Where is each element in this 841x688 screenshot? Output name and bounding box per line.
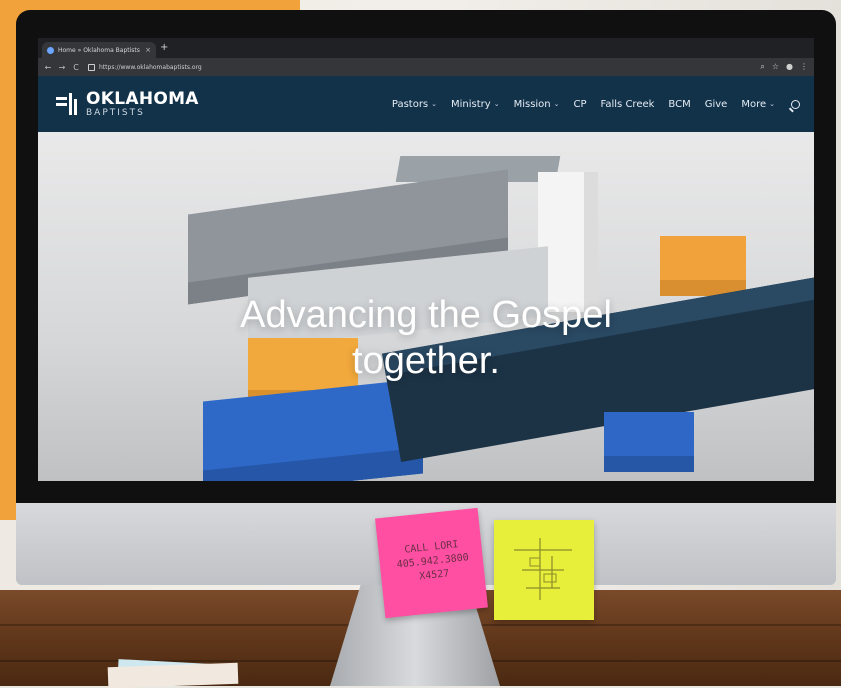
nav-label: Mission: [513, 98, 551, 110]
forward-icon[interactable]: →: [58, 63, 66, 72]
browser-address-bar: ← → C https://www.oklahomabaptists.org ⌕…: [38, 58, 814, 76]
menu-icon[interactable]: ⋮: [800, 62, 808, 72]
search-browser-icon[interactable]: ⌕: [760, 62, 764, 72]
nav-item-give[interactable]: Give: [705, 99, 728, 110]
chevron-down-icon: ⌄: [431, 100, 438, 108]
search-icon[interactable]: [791, 99, 800, 109]
nav-label: BCM: [668, 98, 691, 110]
chevron-down-icon: ⌄: [769, 100, 775, 108]
sticky-note-yellow: [494, 520, 594, 620]
tab-title: Home » Oklahoma Baptists: [58, 46, 140, 54]
hero-block-blue-right: [604, 412, 694, 472]
profile-icon[interactable]: ●: [786, 62, 793, 72]
nav-item-pastors[interactable]: Pastors ⌄: [392, 99, 437, 110]
lock-icon: [88, 63, 95, 71]
site-header: OKLAHOMA BAPTISTS Pastors ⌄ Ministry ⌄ M…: [38, 76, 814, 132]
reload-icon[interactable]: C: [72, 63, 80, 72]
nav-item-cp[interactable]: CP: [574, 99, 587, 110]
nav-item-mission[interactable]: Mission ⌄: [514, 99, 560, 110]
back-icon[interactable]: ←: [44, 63, 52, 72]
hero-heading: Advancing the Gospel together.: [38, 292, 814, 384]
desk-card: [107, 662, 239, 688]
browser-tab-bar: Home » Oklahoma Baptists × +: [38, 38, 814, 58]
nav-label: More: [741, 98, 767, 110]
sticky-note-text: CALL LORI 405.942.3800 X4527: [386, 536, 480, 587]
star-icon[interactable]: ☆: [772, 62, 779, 72]
nav-label: Give: [704, 98, 728, 110]
main-nav: Pastors ⌄ Ministry ⌄ Mission ⌄ CP Falls …: [392, 99, 800, 110]
nav-label: Falls Creek: [600, 98, 655, 110]
logo-mark-icon: [56, 93, 80, 115]
nav-label: Pastors: [391, 98, 429, 110]
close-tab-icon[interactable]: ×: [145, 46, 151, 54]
logo-line-1: OKLAHOMA: [86, 88, 199, 109]
nav-item-more[interactable]: More ⌄: [741, 99, 775, 110]
hero-banner: Advancing the Gospel together.: [38, 132, 814, 481]
nav-item-ministry[interactable]: Ministry ⌄: [451, 99, 500, 110]
sticky-note-pink: CALL LORI 405.942.3800 X4527: [375, 507, 488, 619]
logo-line-2: BAPTISTS: [86, 107, 145, 118]
site-logo[interactable]: OKLAHOMA BAPTISTS: [56, 88, 199, 118]
chevron-down-icon: ⌄: [553, 100, 560, 108]
chevron-down-icon: ⌄: [493, 100, 500, 108]
nav-label: CP: [573, 98, 587, 110]
url-text: https://www.oklahomabaptists.org: [99, 63, 202, 71]
nav-label: Ministry: [451, 98, 491, 110]
hero-heading-line-1: Advancing the Gospel: [240, 294, 612, 336]
browser-actions: ⌕ ☆ ● ⋮: [760, 62, 808, 72]
nav-item-falls-creek[interactable]: Falls Creek: [601, 99, 655, 110]
browser-tab[interactable]: Home » Oklahoma Baptists ×: [42, 42, 156, 58]
new-tab-button[interactable]: +: [160, 43, 168, 53]
map-sketch-icon: [514, 538, 572, 600]
url-field[interactable]: https://www.oklahomabaptists.org: [88, 61, 202, 73]
hero-heading-line-2: together.: [352, 340, 500, 382]
hero-block-orange-right: [660, 236, 746, 296]
monitor-screen: Home » Oklahoma Baptists × + ← → C https…: [38, 38, 814, 481]
nav-item-bcm[interactable]: BCM: [668, 99, 690, 110]
favicon-icon: [47, 46, 54, 54]
